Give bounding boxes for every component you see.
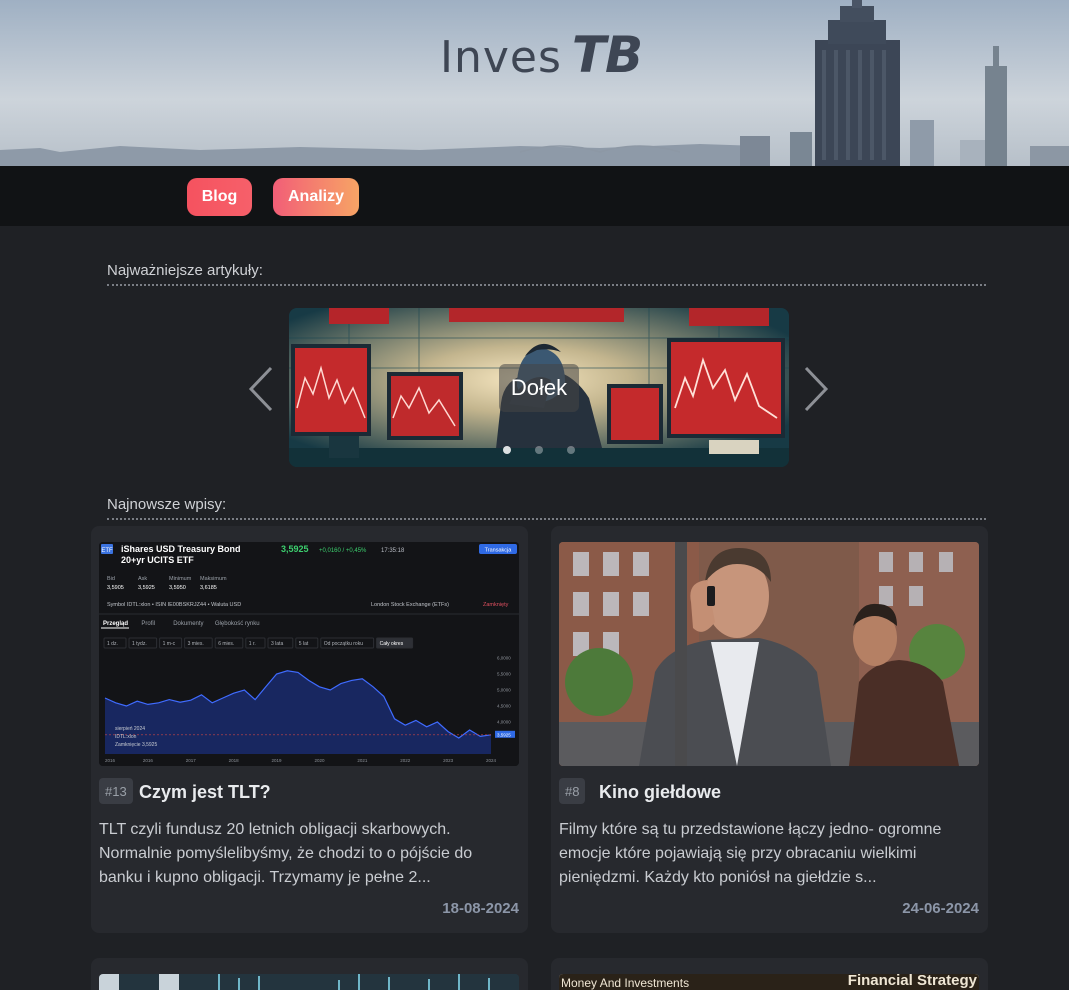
carousel-prev-arrow-icon[interactable] [247, 366, 277, 412]
etf-x-tick: 2019 [272, 758, 283, 763]
etf-range-label: 6 mies. [218, 641, 234, 647]
etf-x-tick: 2017 [186, 758, 197, 763]
post-thumbnail-image [99, 974, 519, 990]
etf-stat-label: Minimum [169, 576, 192, 582]
logo-text-main: Inves [440, 32, 562, 83]
post-card[interactable]: #8 Kino giełdowe Filmy które są tu przed… [551, 526, 988, 933]
etf-stat-label: Ask [138, 576, 147, 582]
etf-range-label: 1 tydz. [132, 641, 147, 647]
etf-range-label: 1 m-c [163, 641, 176, 647]
banner-text-right: Financial Strategy [847, 974, 977, 989]
etf-x-tick: 2024 [486, 758, 497, 763]
nav-analizy-button[interactable]: Analizy [273, 178, 359, 216]
top-nav: Blog Analizy [0, 166, 1069, 226]
post-thumbnail [99, 974, 519, 990]
etf-y-tick: 5,0000 [497, 688, 511, 693]
etf-meta-line: Symbol IDTL:xlon • ISIN IE00BSKRJZ44 • W… [107, 602, 241, 608]
featured-section-title: Najważniejsze artykuły: [107, 262, 986, 286]
movie-still-image [559, 542, 979, 766]
etf-x-tick: 2022 [400, 758, 411, 763]
carousel-dot[interactable] [535, 446, 543, 454]
etf-stat-value: 3,6185 [200, 585, 217, 591]
etf-tab: Głębokość rynku [215, 621, 260, 627]
nav-blog-button[interactable]: Blog [187, 178, 252, 216]
carousel-caption[interactable]: Dołek [499, 364, 579, 412]
etf-x-tick: 2020 [314, 758, 325, 763]
etf-range-label: 1 r. [249, 641, 256, 647]
carousel-next-arrow-icon[interactable] [800, 366, 830, 412]
post-thumbnail: Money And Investments Financial Strategy [559, 974, 979, 990]
etf-range-label: 1 dz. [107, 641, 118, 647]
etf-y-tick: 3,5925 [497, 732, 511, 737]
etf-name-line1: iShares USD Treasury Bond [121, 544, 241, 554]
etf-time: 17:35:18 [381, 548, 405, 554]
etf-price: 3,5925 [281, 544, 309, 554]
post-number-badge: #8 [559, 778, 586, 804]
post-excerpt: TLT czyli fundusz 20 letnich obligacji s… [99, 821, 473, 886]
etf-y-tick: 6,0000 [497, 656, 511, 661]
etf-x-tick: 2023 [443, 758, 454, 763]
etf-x-tick: 2016 [105, 758, 116, 763]
etf-tab: Profil [141, 621, 155, 627]
etf-exchange: London Stock Exchange (ETFs) [371, 602, 449, 608]
etf-x-tick: 2021 [357, 758, 368, 763]
etf-range-label: Od początku roku [324, 641, 363, 647]
carousel-dot[interactable] [567, 446, 575, 454]
etf-y-tick: 4,0000 [497, 720, 511, 725]
etf-stat-value: 3,5925 [138, 585, 155, 591]
city-skyline-image [0, 0, 1069, 166]
post-title[interactable]: Czym jest TLT? [139, 782, 271, 803]
post-date: 18-08-2024 [442, 900, 519, 917]
etf-range-label: 5 lat [299, 641, 309, 647]
latest-section-title: Najnowsze wpisy: [107, 496, 986, 520]
post-card[interactable]: ETF iShares USD Treasury Bond 20+yr UCIT… [91, 526, 528, 933]
etf-chart-screenshot: ETF iShares USD Treasury Bond 20+yr UCIT… [99, 542, 519, 766]
hero-banner: Inves TB [0, 0, 1069, 166]
etf-y-tick: 5,5000 [497, 672, 511, 677]
etf-tooltip-line: IDTL:xlon [115, 734, 137, 740]
etf-tooltip-line: Zamknięcie 3,5925 [115, 742, 157, 748]
post-date: 24-06-2024 [902, 900, 979, 917]
etf-name-line2: 20+yr UCITS ETF [121, 555, 194, 565]
post-excerpt: Filmy które są tu przedstawione łączy je… [559, 821, 942, 886]
logo-text-accent: TB [571, 26, 643, 84]
etf-range-label: Cały okres [380, 641, 404, 647]
post-card[interactable] [91, 958, 528, 990]
post-thumbnail-tlt-chart: ETF iShares USD Treasury Bond 20+yr UCIT… [99, 542, 519, 766]
post-card[interactable]: Money And Investments Financial Strategy [551, 958, 988, 990]
banner-text-left: Money And Investments [561, 976, 690, 990]
etf-tab: Dokumenty [173, 621, 203, 627]
carousel-indicators [289, 446, 789, 454]
etf-x-tick: 2018 [229, 758, 240, 763]
etf-x-tick: 2016 [143, 758, 154, 763]
etf-stat-label: Maksimum [200, 576, 227, 582]
etf-range-label: 3 lata [271, 641, 283, 647]
etf-stat-label: Bid [107, 576, 115, 582]
etf-badge: ETF [101, 548, 113, 554]
featured-carousel[interactable]: Dołek [289, 308, 789, 467]
etf-y-tick: 4,5000 [497, 704, 511, 709]
post-thumbnail-movie-still [559, 542, 979, 766]
post-title[interactable]: Kino giełdowe [599, 782, 721, 803]
etf-status: Zamknięty [483, 602, 509, 608]
post-number-badge: #13 [99, 778, 133, 804]
etf-tab: Przegląd [103, 621, 128, 627]
etf-stat-value: 3,5905 [107, 585, 124, 591]
site-logo[interactable]: Inves TB [440, 26, 643, 84]
etf-change: +0,0160 / +0,45% [319, 548, 367, 554]
etf-trade-button: Transakcja [485, 548, 513, 554]
etf-stat-value: 3,5950 [169, 585, 186, 591]
etf-tooltip-line: sierpień 2024 [115, 726, 145, 732]
carousel-dot[interactable] [503, 446, 511, 454]
etf-range-label: 3 mies. [188, 641, 204, 647]
